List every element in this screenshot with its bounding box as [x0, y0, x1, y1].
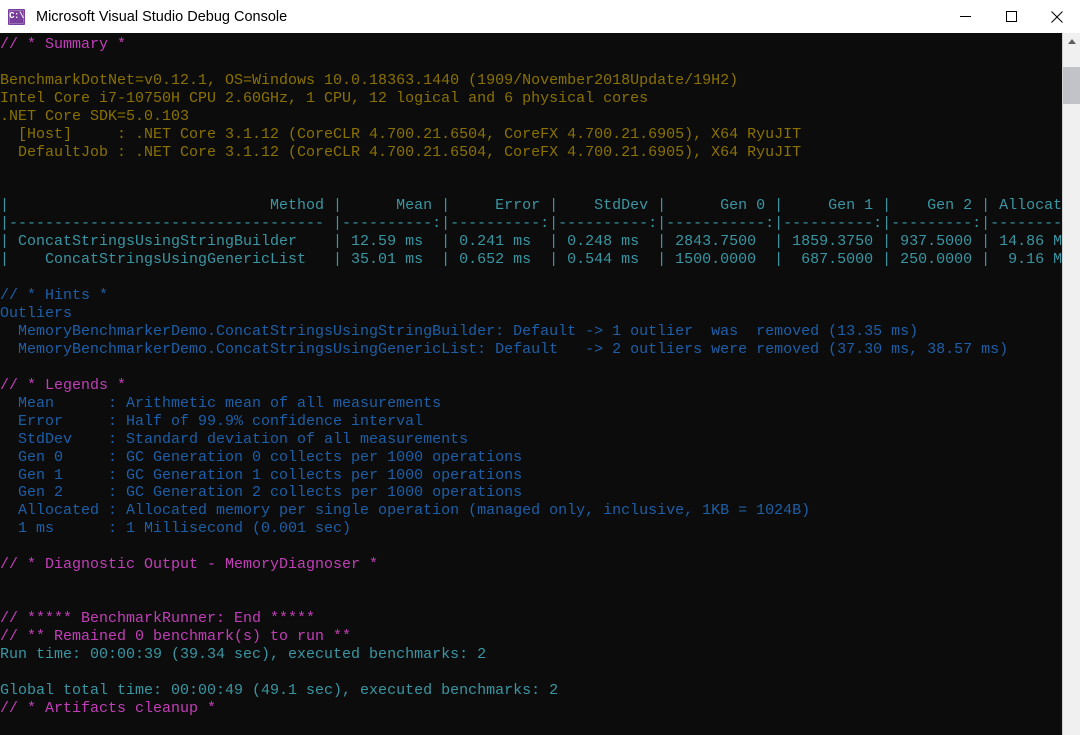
scroll-up-arrow-icon	[1068, 39, 1076, 44]
console-line: [Host] : .NET Core 3.1.12 (CoreCLR 4.700…	[0, 126, 1062, 144]
console-line: // * Hints *	[0, 287, 1062, 305]
console-line: Gen 2 : GC Generation 2 collects per 100…	[0, 484, 1062, 502]
console-line: 1 ms : 1 Millisecond (0.001 sec)	[0, 520, 1062, 538]
console-line: // ***** BenchmarkRunner: End *****	[0, 610, 1062, 628]
console-line: Error : Half of 99.9% confidence interva…	[0, 413, 1062, 431]
scroll-up-button[interactable]	[1063, 33, 1080, 50]
console-line: | ConcatStringsUsingGenericList | 35.01 …	[0, 251, 1062, 269]
console-line: | Method | Mean | Error | StdDev | Gen 0…	[0, 197, 1062, 215]
console-line	[0, 54, 1062, 72]
console-line: |----------------------------------- |--…	[0, 215, 1062, 233]
console-line: Gen 0 : GC Generation 0 collects per 100…	[0, 449, 1062, 467]
vertical-scrollbar[interactable]	[1062, 33, 1080, 735]
console-line: BenchmarkDotNet=v0.12.1, OS=Windows 10.0…	[0, 72, 1062, 90]
console-line: // * Artifacts cleanup *	[0, 700, 1062, 718]
minimize-button[interactable]	[942, 0, 988, 33]
title-bar-left: C:\ Microsoft Visual Studio Debug Consol…	[0, 9, 942, 25]
console-line	[0, 180, 1062, 198]
console-line: Outliers	[0, 305, 1062, 323]
console-output-area[interactable]: // * Summary * BenchmarkDotNet=v0.12.1, …	[0, 33, 1062, 735]
console-line: StdDev : Standard deviation of all measu…	[0, 431, 1062, 449]
window-title: Microsoft Visual Studio Debug Console	[36, 9, 287, 25]
console-line: Run time: 00:00:39 (39.34 sec), executed…	[0, 646, 1062, 664]
console-line: DefaultJob : .NET Core 3.1.12 (CoreCLR 4…	[0, 144, 1062, 162]
scrollbar-thumb[interactable]	[1063, 67, 1080, 104]
console-line: Intel Core i7-10750H CPU 2.60GHz, 1 CPU,…	[0, 90, 1062, 108]
debug-console-window: C:\ Microsoft Visual Studio Debug Consol…	[0, 0, 1080, 735]
console-line	[0, 359, 1062, 377]
console-line: // * Diagnostic Output - MemoryDiagnoser…	[0, 556, 1062, 574]
console-line	[0, 664, 1062, 682]
console-line: // * Legends *	[0, 377, 1062, 395]
console-line: MemoryBenchmarkerDemo.ConcatStringsUsing…	[0, 341, 1062, 359]
console-line: // * Summary *	[0, 36, 1062, 54]
console-icon-glyph: C:\	[9, 12, 24, 21]
console-line	[0, 574, 1062, 592]
close-icon	[1051, 11, 1063, 23]
window-controls	[942, 0, 1080, 33]
console-line: Allocated : Allocated memory per single …	[0, 502, 1062, 520]
maximize-button[interactable]	[988, 0, 1034, 33]
console-line: Gen 1 : GC Generation 1 collects per 100…	[0, 467, 1062, 485]
console-line: .NET Core SDK=5.0.103	[0, 108, 1062, 126]
title-bar[interactable]: C:\ Microsoft Visual Studio Debug Consol…	[0, 0, 1080, 33]
console-line	[0, 269, 1062, 287]
console-text: // * Summary * BenchmarkDotNet=v0.12.1, …	[0, 36, 1062, 718]
console-line: MemoryBenchmarkerDemo.ConcatStringsUsing…	[0, 323, 1062, 341]
console-line	[0, 592, 1062, 610]
console-icon: C:\	[8, 9, 25, 25]
console-line: // ** Remained 0 benchmark(s) to run **	[0, 628, 1062, 646]
console-line: | ConcatStringsUsingStringBuilder | 12.5…	[0, 233, 1062, 251]
console-line	[0, 162, 1062, 180]
close-button[interactable]	[1034, 0, 1080, 33]
console-line: Global total time: 00:00:49 (49.1 sec), …	[0, 682, 1062, 700]
scrollbar-track[interactable]	[1063, 50, 1080, 735]
console-body: // * Summary * BenchmarkDotNet=v0.12.1, …	[0, 33, 1080, 735]
maximize-icon	[1006, 11, 1017, 22]
minimize-icon	[960, 11, 971, 22]
console-line: Mean : Arithmetic mean of all measuremen…	[0, 395, 1062, 413]
console-line	[0, 538, 1062, 556]
